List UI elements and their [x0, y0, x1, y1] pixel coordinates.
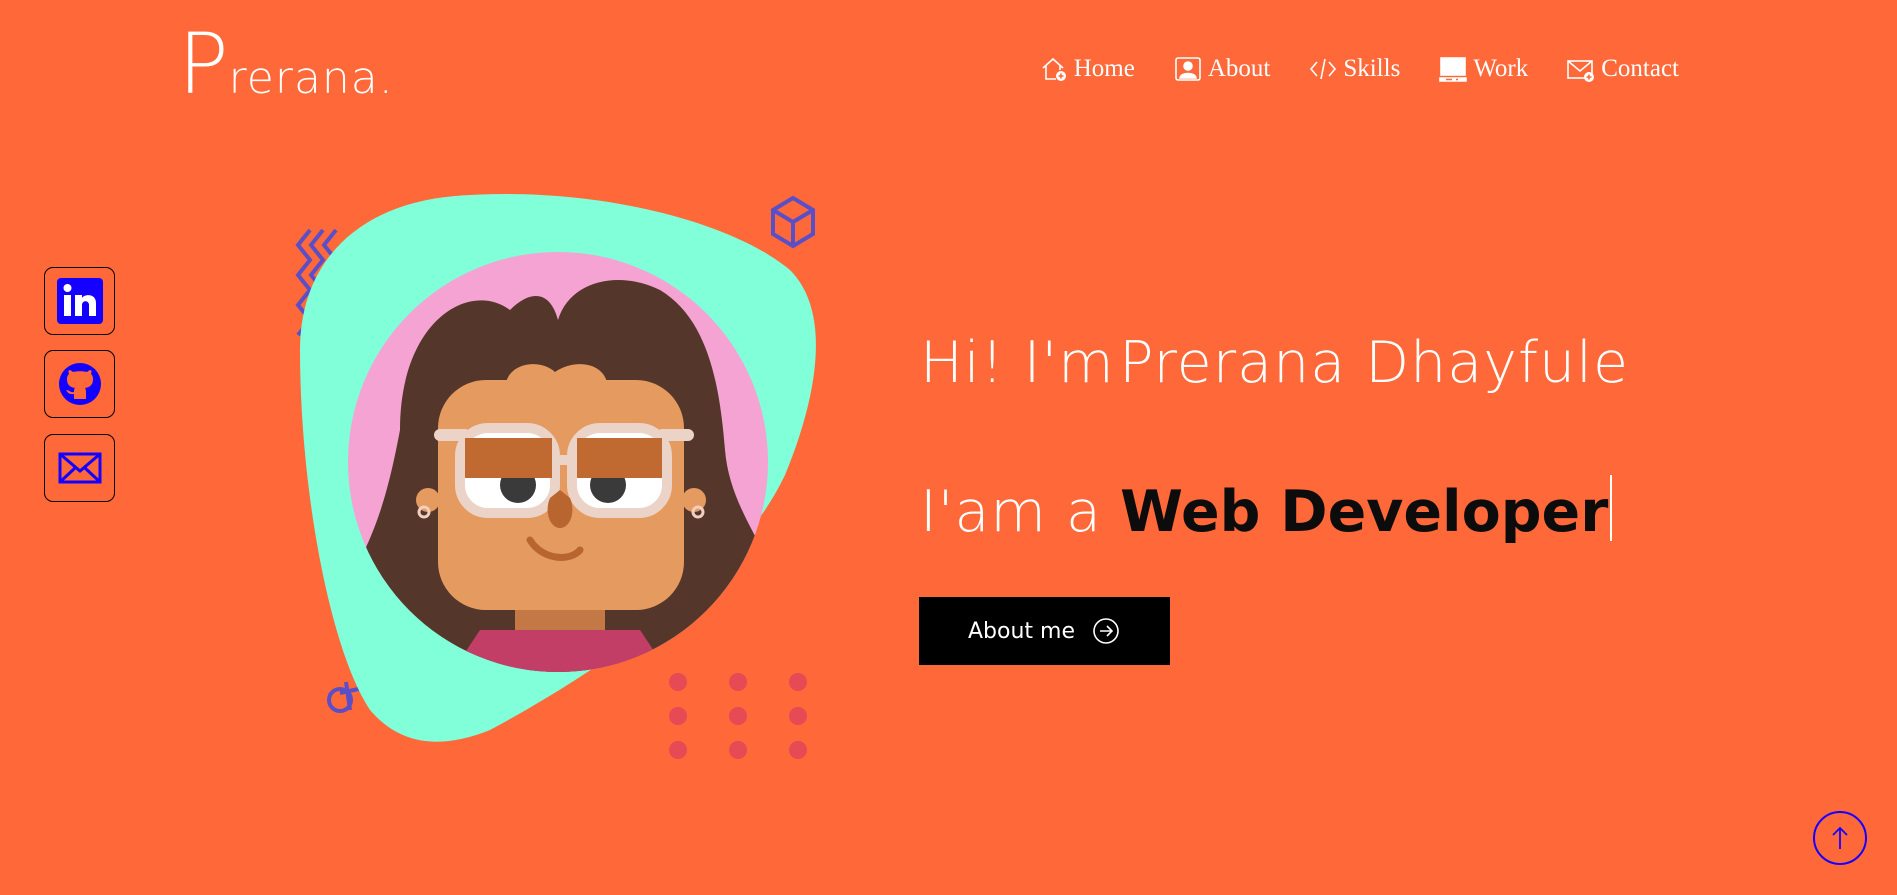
laptop-icon: [1439, 57, 1468, 82]
logo[interactable]: Prerana.: [178, 22, 394, 106]
email-link[interactable]: [44, 434, 115, 502]
nav-skills[interactable]: Skills: [1308, 54, 1400, 84]
dots-decoration: [669, 673, 807, 759]
hero-role: I'am a Web Developer: [920, 475, 1613, 545]
arrow-right-circle-icon: [1093, 618, 1119, 644]
about-me-label: About me: [967, 618, 1075, 644]
nav-contact[interactable]: Contact: [1566, 54, 1679, 84]
mail-icon: [58, 452, 101, 484]
nav-home-label: Home: [1073, 55, 1135, 82]
about-me-button[interactable]: About me: [919, 597, 1170, 665]
nav-skills-label: Skills: [1343, 55, 1401, 82]
nav-work-label: Work: [1473, 55, 1529, 82]
greeting-prefix: Hi! I'm: [920, 330, 1115, 396]
typing-cursor: [1610, 475, 1613, 541]
nav-about-label: About: [1207, 55, 1271, 82]
github-icon: [58, 363, 101, 405]
home-icon: [1042, 57, 1066, 81]
github-link[interactable]: [44, 350, 115, 418]
scroll-top-button[interactable]: [1813, 811, 1867, 865]
nav-work[interactable]: Work: [1438, 54, 1528, 84]
mail-icon: [1567, 60, 1595, 82]
role-title: Web Developer: [1120, 479, 1609, 545]
hero-name: Prerana Dhayfule: [1119, 330, 1630, 396]
linkedin-link[interactable]: [44, 267, 115, 335]
nav-contact-label: Contact: [1601, 55, 1679, 82]
avatar-illustration: [295, 193, 816, 759]
nav-home[interactable]: Home: [1039, 54, 1135, 84]
nav-about[interactable]: About: [1173, 54, 1271, 84]
hero-greeting: Hi! I'm Prerana Dhayfule: [920, 330, 1629, 396]
logo-initial: P: [178, 15, 229, 113]
cube-decoration: [771, 195, 815, 249]
code-icon: [1310, 58, 1337, 80]
logo-text: rerana.: [228, 53, 394, 104]
main-nav: Home About Skills Work Contact: [1039, 54, 1679, 84]
arrow-up-icon: [1832, 826, 1848, 849]
user-icon: [1175, 57, 1201, 81]
linkedin-icon: [56, 278, 103, 324]
role-prefix: I'am a: [920, 479, 1102, 545]
